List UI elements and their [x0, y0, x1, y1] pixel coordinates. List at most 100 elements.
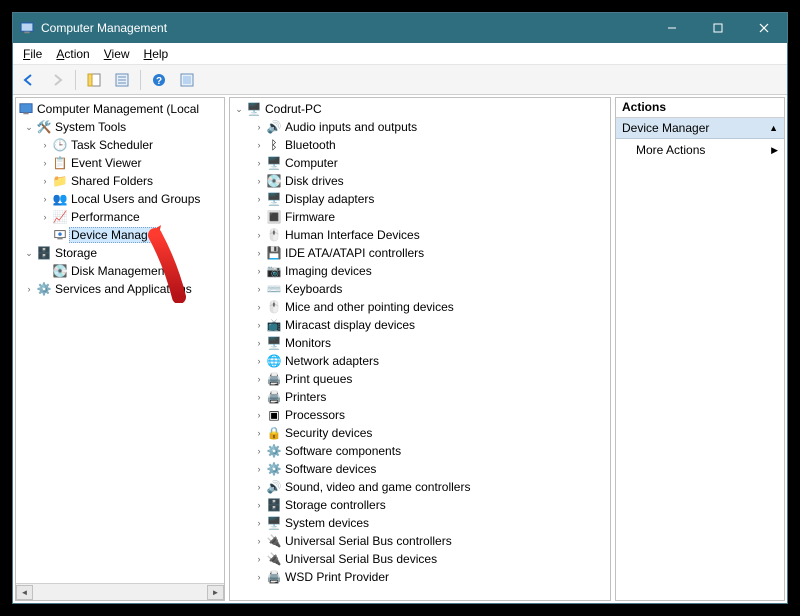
show-hide-tree-button[interactable] — [82, 68, 106, 92]
users-icon: 👥 — [52, 191, 68, 207]
device-category[interactable]: ›🔳Firmware — [230, 208, 610, 226]
device-root[interactable]: ⌄ 🖥️ Codrut-PC — [230, 100, 610, 118]
expand-collapse-icon[interactable]: › — [38, 174, 52, 188]
tree-storage[interactable]: ⌄ 🗄️ Storage — [16, 244, 224, 262]
category-icon: ⌨️ — [266, 281, 282, 297]
device-category[interactable]: ›🖨️Print queues — [230, 370, 610, 388]
menu-view[interactable]: View — [98, 45, 136, 63]
device-category[interactable]: ›🔌Universal Serial Bus controllers — [230, 532, 610, 550]
device-category[interactable]: ›⚙️Software components — [230, 442, 610, 460]
expand-collapse-icon[interactable]: › — [252, 390, 266, 404]
expand-collapse-icon[interactable]: › — [252, 192, 266, 206]
expand-collapse-icon[interactable]: › — [38, 210, 52, 224]
device-category[interactable]: ›🔊Audio inputs and outputs — [230, 118, 610, 136]
scroll-right-button[interactable]: ► — [207, 585, 224, 600]
expand-collapse-icon[interactable]: › — [252, 498, 266, 512]
actions-more-actions[interactable]: More Actions ▶ — [616, 139, 784, 161]
back-button[interactable] — [17, 68, 41, 92]
device-category[interactable]: ›🖨️WSD Print Provider — [230, 568, 610, 586]
svg-text:?: ? — [156, 76, 162, 87]
device-category[interactable]: ›🖥️Display adapters — [230, 190, 610, 208]
properties-button[interactable] — [110, 68, 134, 92]
titlebar[interactable]: Computer Management — [13, 13, 787, 43]
device-tree[interactable]: ⌄ 🖥️ Codrut-PC ›🔊Audio inputs and output… — [230, 98, 610, 600]
device-category[interactable]: ›▣Processors — [230, 406, 610, 424]
device-category[interactable]: ›💾IDE ATA/ATAPI controllers — [230, 244, 610, 262]
expand-collapse-icon[interactable]: › — [252, 372, 266, 386]
device-category[interactable]: ›🔊Sound, video and game controllers — [230, 478, 610, 496]
tree-disk-management[interactable]: 💽 Disk Management — [16, 262, 224, 280]
category-icon: 💽 — [266, 173, 282, 189]
expand-collapse-icon[interactable]: › — [252, 336, 266, 350]
expand-collapse-icon[interactable]: › — [252, 282, 266, 296]
close-button[interactable] — [741, 13, 787, 43]
tools-icon: 🛠️ — [36, 119, 52, 135]
maximize-button[interactable] — [695, 13, 741, 43]
expand-collapse-icon[interactable]: › — [252, 426, 266, 440]
expand-collapse-icon[interactable]: › — [252, 318, 266, 332]
menu-help[interactable]: Help — [138, 45, 175, 63]
expand-collapse-icon[interactable]: › — [252, 462, 266, 476]
expand-collapse-icon[interactable]: ⌄ — [232, 102, 246, 116]
help-button[interactable]: ? — [147, 68, 171, 92]
expand-collapse-icon[interactable]: › — [252, 534, 266, 548]
device-category[interactable]: ›💽Disk drives — [230, 172, 610, 190]
expand-collapse-icon[interactable]: › — [38, 138, 52, 152]
device-category[interactable]: ›📷Imaging devices — [230, 262, 610, 280]
tree-services-apps[interactable]: › ⚙️ Services and Applications — [16, 280, 224, 298]
horizontal-scrollbar[interactable]: ◄ ► — [16, 583, 224, 600]
device-category[interactable]: ›🖱️Mice and other pointing devices — [230, 298, 610, 316]
expand-collapse-icon[interactable]: › — [252, 408, 266, 422]
expand-collapse-icon[interactable]: › — [252, 174, 266, 188]
device-category[interactable]: ›🔌Universal Serial Bus devices — [230, 550, 610, 568]
device-category[interactable]: ›📺Miracast display devices — [230, 316, 610, 334]
expand-collapse-icon[interactable]: ⌄ — [22, 246, 36, 260]
expand-collapse-icon[interactable]: ⌄ — [22, 120, 36, 134]
expand-collapse-icon[interactable]: › — [252, 480, 266, 494]
menu-file[interactable]: File — [17, 45, 48, 63]
expand-collapse-icon[interactable]: › — [252, 228, 266, 242]
tree-root[interactable]: Computer Management (Local — [16, 100, 224, 118]
expand-collapse-icon[interactable]: › — [252, 300, 266, 314]
device-category[interactable]: ›🖥️Computer — [230, 154, 610, 172]
category-icon: 🖱️ — [266, 227, 282, 243]
tree-shared-folders[interactable]: › 📁 Shared Folders — [16, 172, 224, 190]
tree-local-users[interactable]: › 👥 Local Users and Groups — [16, 190, 224, 208]
device-category[interactable]: ›🔒Security devices — [230, 424, 610, 442]
expand-collapse-icon[interactable]: › — [252, 354, 266, 368]
expand-collapse-icon[interactable]: › — [252, 120, 266, 134]
refresh-button[interactable] — [175, 68, 199, 92]
expand-collapse-icon[interactable]: › — [252, 552, 266, 566]
expand-collapse-icon[interactable]: › — [38, 156, 52, 170]
device-category[interactable]: ›🖨️Printers — [230, 388, 610, 406]
device-category[interactable]: ›🌐Network adapters — [230, 352, 610, 370]
expand-collapse-icon[interactable]: › — [252, 246, 266, 260]
expand-collapse-icon[interactable]: › — [22, 282, 36, 296]
minimize-button[interactable] — [649, 13, 695, 43]
expand-collapse-icon[interactable]: › — [252, 156, 266, 170]
expand-collapse-icon[interactable]: › — [252, 444, 266, 458]
device-category[interactable]: ›🖥️System devices — [230, 514, 610, 532]
tree-device-manager[interactable]: Device Manager — [16, 226, 224, 244]
actions-section-device-manager[interactable]: Device Manager ▲ — [616, 118, 784, 139]
tree-performance[interactable]: › 📈 Performance — [16, 208, 224, 226]
expand-collapse-icon[interactable]: › — [252, 516, 266, 530]
expand-collapse-icon[interactable]: › — [252, 264, 266, 278]
expand-collapse-icon[interactable]: › — [252, 210, 266, 224]
device-category[interactable]: ›🖥️Monitors — [230, 334, 610, 352]
expand-collapse-icon[interactable]: › — [38, 192, 52, 206]
device-category[interactable]: ›🖱️Human Interface Devices — [230, 226, 610, 244]
tree-event-viewer[interactable]: › 📋 Event Viewer — [16, 154, 224, 172]
tree-task-scheduler[interactable]: › 🕒 Task Scheduler — [16, 136, 224, 154]
device-category[interactable]: ›🗄️Storage controllers — [230, 496, 610, 514]
expand-collapse-icon[interactable]: › — [252, 570, 266, 584]
device-category[interactable]: ›⚙️Software devices — [230, 460, 610, 478]
menu-action[interactable]: Action — [50, 45, 95, 63]
device-category[interactable]: ›ᛒBluetooth — [230, 136, 610, 154]
tree-system-tools[interactable]: ⌄ 🛠️ System Tools — [16, 118, 224, 136]
expand-collapse-icon[interactable]: › — [252, 138, 266, 152]
console-tree[interactable]: Computer Management (Local ⌄ 🛠️ System T… — [16, 98, 224, 583]
device-category[interactable]: ›⌨️Keyboards — [230, 280, 610, 298]
scroll-left-button[interactable]: ◄ — [16, 585, 33, 600]
forward-button[interactable] — [45, 68, 69, 92]
